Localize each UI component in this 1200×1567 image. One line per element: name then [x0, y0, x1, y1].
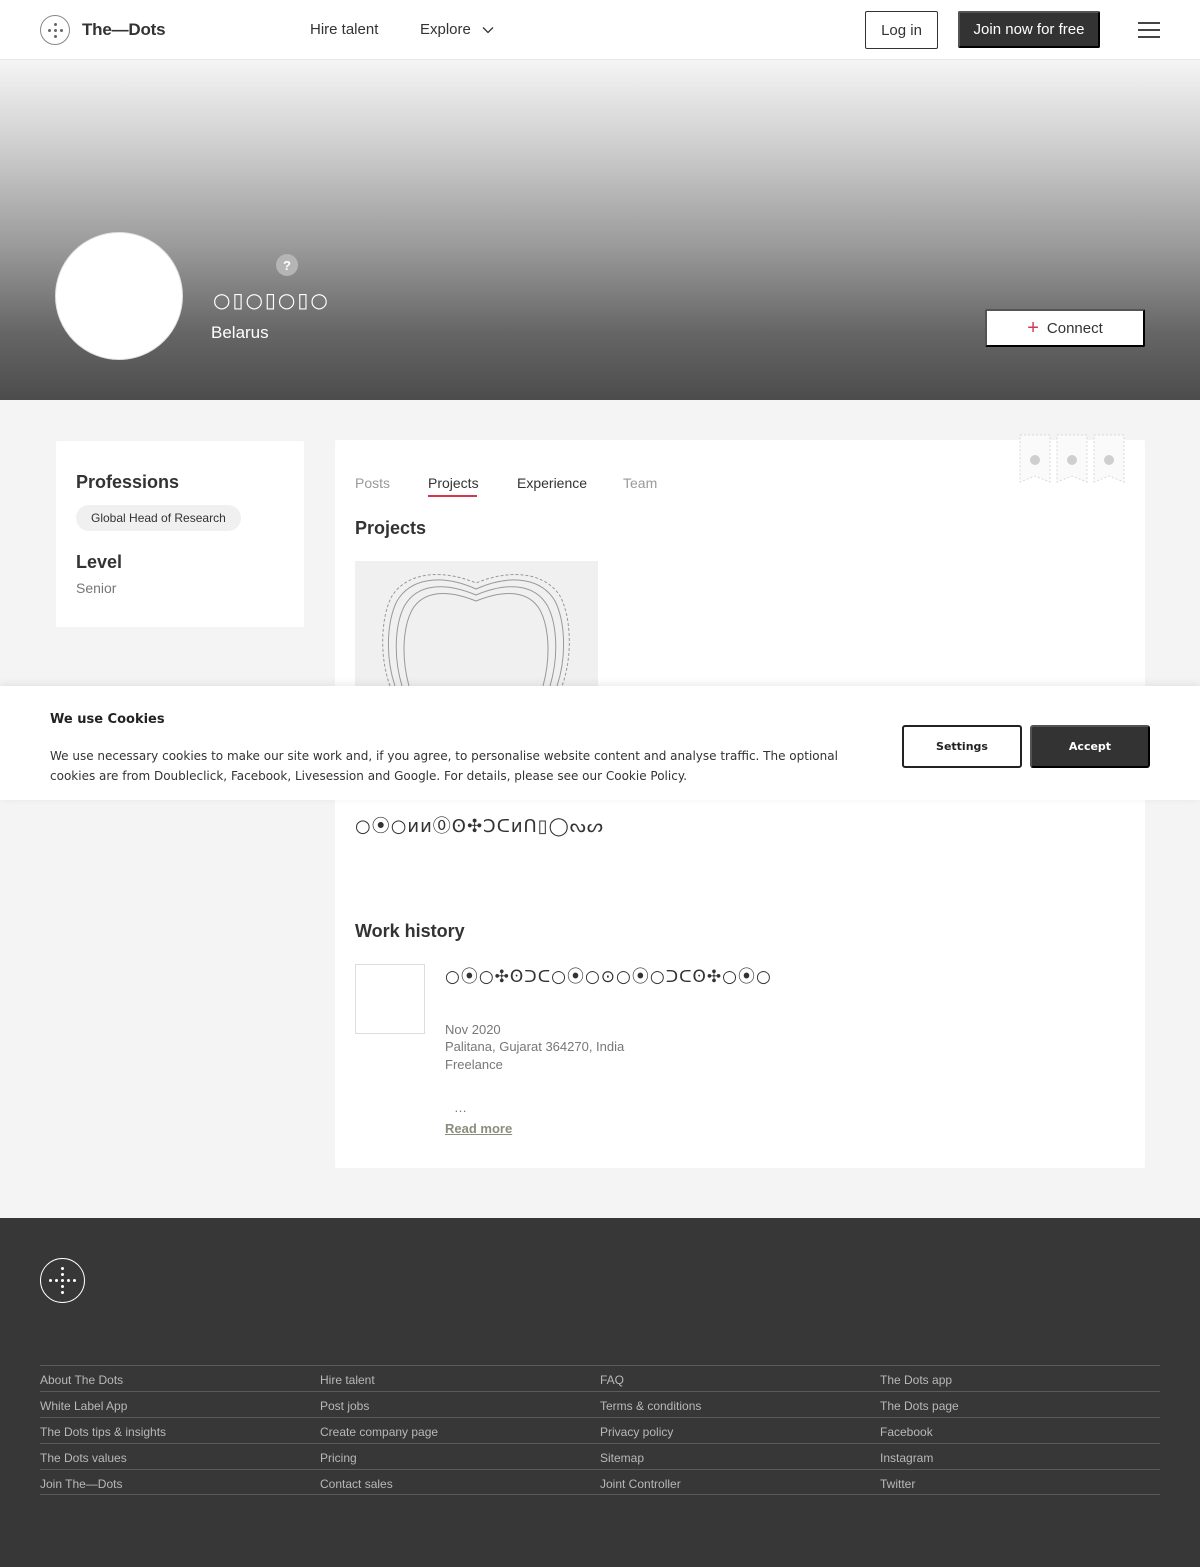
- profession-tag[interactable]: Global Head of Research: [76, 505, 241, 531]
- nav-hire-talent-link[interactable]: Hire talent: [310, 21, 378, 38]
- read-more-link[interactable]: Read more: [445, 1121, 512, 1136]
- footer-column-hire: Hire talent Post jobs Create company pag…: [320, 1365, 600, 1495]
- footer-link[interactable]: Privacy policy: [600, 1417, 880, 1443]
- plus-icon: +: [1027, 317, 1039, 339]
- footer-link[interactable]: Create company page: [320, 1417, 600, 1443]
- project-thumbnail[interactable]: [355, 561, 598, 686]
- tab-team[interactable]: Team: [623, 475, 657, 491]
- footer-column-about: About The Dots White Label App The Dots …: [40, 1365, 320, 1495]
- level-value: Senior: [76, 580, 117, 596]
- footer-link[interactable]: FAQ: [600, 1365, 880, 1391]
- profile-sidebar-card: Professions Global Head of Research Leve…: [56, 441, 304, 627]
- footer-column-social: The Dots app The Dots page Facebook Inst…: [880, 1365, 1160, 1495]
- top-navigation: The—Dots Hire talent Explore Log in Join…: [0, 0, 1200, 60]
- connect-button[interactable]: + Connect: [985, 309, 1145, 347]
- company-logo: [355, 964, 425, 1034]
- footer-link[interactable]: Contact sales: [320, 1469, 600, 1495]
- footer-link[interactable]: Post jobs: [320, 1391, 600, 1417]
- work-history-heading: Work history: [355, 921, 465, 941]
- footer-link[interactable]: About The Dots: [40, 1365, 320, 1391]
- footer-link[interactable]: Hire talent: [320, 1365, 600, 1391]
- award-ribbons-icon: [1019, 434, 1125, 483]
- footer-link[interactable]: Twitter: [880, 1469, 1160, 1495]
- footer-link[interactable]: Instagram: [880, 1443, 1160, 1469]
- profile-location: Belarus: [211, 323, 269, 342]
- ornamental-frame-icon: [382, 574, 570, 686]
- professions-heading: Professions: [76, 472, 180, 492]
- tab-projects[interactable]: Projects: [428, 475, 479, 491]
- footer-link[interactable]: Pricing: [320, 1443, 600, 1469]
- footer-link[interactable]: Sitemap: [600, 1443, 880, 1469]
- brand-name[interactable]: The—Dots: [82, 20, 166, 40]
- tab-experience[interactable]: Experience: [517, 475, 587, 491]
- login-button[interactable]: Log in: [865, 11, 938, 49]
- footer: About The Dots White Label App The Dots …: [0, 1218, 1200, 1567]
- footer-link[interactable]: The Dots values: [40, 1443, 320, 1469]
- the-dots-logo-icon[interactable]: [40, 1258, 85, 1303]
- chevron-down-icon[interactable]: [481, 23, 495, 37]
- footer-link[interactable]: White Label App: [40, 1391, 320, 1417]
- nav-explore-link[interactable]: Explore: [420, 21, 471, 38]
- level-heading: Level: [76, 552, 123, 572]
- help-icon[interactable]: ?: [276, 254, 298, 276]
- join-button[interactable]: Join now for free: [958, 11, 1100, 48]
- connect-label: Connect: [1046, 319, 1103, 337]
- footer-link[interactable]: The Dots app: [880, 1365, 1160, 1391]
- footer-link[interactable]: Joint Controller: [600, 1469, 880, 1495]
- job-type: Freelance: [445, 1057, 503, 1072]
- menu-icon[interactable]: [1138, 22, 1160, 38]
- description-ellipsis: …: [454, 1100, 467, 1115]
- cookie-accept-button[interactable]: Accept: [1030, 725, 1150, 768]
- footer-link[interactable]: Terms & conditions: [600, 1391, 880, 1417]
- job-title: ○⦿○✣ʘᑐᑕ○⦿○⊙○⦿○ᑐᑕʘ✣○⦿○: [445, 967, 772, 987]
- footer-column-help: FAQ Terms & conditions Privacy policy Si…: [600, 1365, 880, 1495]
- profile-main-card: Posts Projects Experience Team Projects …: [335, 434, 1145, 1168]
- project-name[interactable]: ○⦿○ᴎᴎ⓪ʘ✣Ↄᑕᴎᑎ▯◯ᔓᔕ: [355, 812, 604, 838]
- profile-cover: [0, 60, 1200, 400]
- job-location: Palitana, Gujarat 364270, India: [445, 1039, 625, 1054]
- footer-link[interactable]: Facebook: [880, 1417, 1160, 1443]
- footer-link[interactable]: Join The—Dots: [40, 1469, 320, 1495]
- cookie-banner: We use Cookies We use necessary cookies …: [0, 686, 1200, 800]
- cookie-title: We use Cookies: [50, 712, 165, 727]
- profile-name: ○▯○▯○▯○: [213, 288, 330, 312]
- cookie-text: We use necessary cookies to make our sit…: [50, 749, 838, 783]
- active-tab-indicator: [428, 495, 477, 497]
- the-dots-logo-icon[interactable]: [40, 15, 70, 45]
- footer-link[interactable]: The Dots page: [880, 1391, 1160, 1417]
- footer-link[interactable]: The Dots tips & insights: [40, 1417, 320, 1443]
- job-date: Nov 2020: [445, 1022, 501, 1037]
- tab-posts[interactable]: Posts: [355, 475, 390, 491]
- avatar: [55, 232, 183, 360]
- cookie-settings-button[interactable]: Settings: [902, 725, 1022, 768]
- projects-heading: Projects: [355, 518, 427, 538]
